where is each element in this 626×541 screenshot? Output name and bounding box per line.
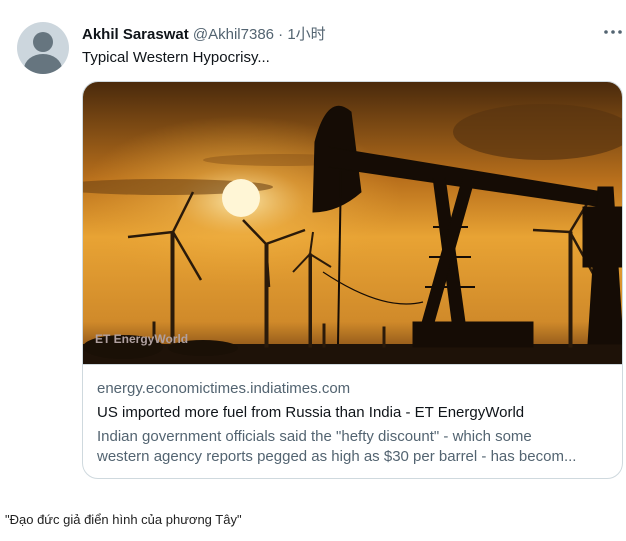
card-description-line-2: western agency reports pegged as high as…: [97, 448, 577, 465]
card-meta[interactable]: energy.economictimes.indiatimes.com US i…: [83, 364, 622, 478]
card-description-line-1: Indian government officials said the "he…: [97, 428, 532, 445]
author-handle[interactable]: @Akhil7386: [193, 26, 274, 43]
card-title[interactable]: US imported more fuel from Russia than I…: [97, 403, 610, 423]
avatar-head: [33, 32, 53, 52]
avatar[interactable]: [17, 22, 69, 74]
author-name[interactable]: Akhil Saraswat: [82, 26, 189, 43]
more-horizontal-icon[interactable]: [600, 22, 626, 46]
tweet-header: Akhil Saraswat @Akhil7386 · 1小时: [82, 25, 326, 45]
link-card[interactable]: ET EnergyWorld energy.economictimes.indi…: [82, 81, 623, 479]
caption: "Đạo đức giả điển hình của phương Tây": [5, 512, 242, 527]
tweet[interactable]: Akhil Saraswat @Akhil7386 · 1小时 Typical …: [0, 0, 626, 488]
tweet-time[interactable]: 1小时: [287, 26, 325, 43]
card-description: Indian government officials said the "he…: [97, 427, 610, 467]
header-separator: ·: [274, 26, 288, 43]
card-image[interactable]: [83, 82, 623, 364]
avatar-body: [24, 54, 62, 74]
image-watermark: ET EnergyWorld: [95, 332, 189, 346]
card-domain: energy.economictimes.indiatimes.com: [97, 380, 351, 397]
tweet-text: Typical Western Hypocrisy...: [82, 49, 270, 66]
